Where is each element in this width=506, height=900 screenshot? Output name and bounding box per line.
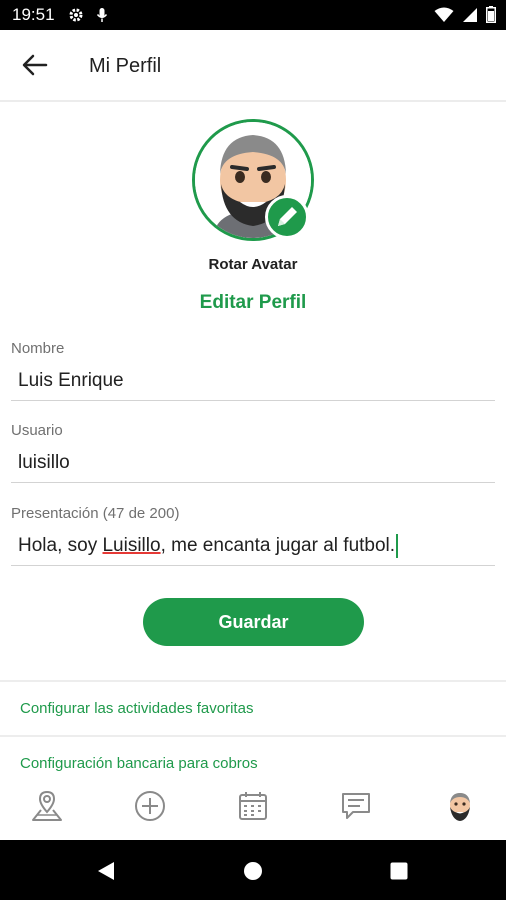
save-button[interactable]: Guardar <box>143 598 364 646</box>
bottom-navigation <box>0 780 506 840</box>
name-input[interactable] <box>11 361 495 401</box>
bio-input[interactable]: Hola, soy Luisillo, me encanta jugar al … <box>11 526 495 566</box>
bio-label: Presentación (47 de 200) <box>11 505 180 522</box>
bio-text-start: Hola, soy <box>18 535 103 556</box>
map-location-icon[interactable] <box>29 788 65 824</box>
pencil-icon <box>278 207 297 226</box>
username-input[interactable] <box>11 443 495 483</box>
recents-square-icon[interactable] <box>389 861 409 881</box>
bio-misspelled-word: Luisillo <box>102 535 161 556</box>
text-cursor <box>396 533 399 558</box>
edit-avatar-button[interactable] <box>265 195 309 239</box>
edit-profile-title: Editar Perfil <box>199 292 307 313</box>
wifi-icon <box>434 7 454 22</box>
add-circle-icon[interactable] <box>132 788 168 824</box>
status-time: 19:51 <box>12 5 55 24</box>
rotate-avatar-button[interactable]: Rotar Avatar <box>0 256 506 273</box>
battery-icon <box>486 6 496 23</box>
microphone-icon <box>96 8 108 22</box>
bio-text-end: , me encanta jugar al futbol. <box>160 535 396 556</box>
status-bar: 19:51 <box>0 0 506 30</box>
back-triangle-icon[interactable] <box>96 860 116 882</box>
calendar-icon[interactable] <box>235 788 271 824</box>
system-navigation-bar <box>0 840 506 900</box>
back-arrow-icon[interactable] <box>20 52 50 78</box>
signal-icon <box>463 7 477 22</box>
page-title: Mi Perfil <box>89 55 162 77</box>
settings-icon <box>69 8 83 22</box>
name-label: Nombre <box>11 340 65 357</box>
app-bar: Mi Perfil <box>0 30 506 102</box>
chat-icon[interactable] <box>338 788 374 824</box>
favorite-activities-link[interactable]: Configurar las actividades favoritas <box>20 700 253 717</box>
divider <box>0 735 506 737</box>
bank-settings-link[interactable]: Configuración bancaria para cobros <box>20 755 258 772</box>
username-label: Usuario <box>11 422 63 439</box>
home-circle-icon[interactable] <box>243 861 263 881</box>
profile-avatar-icon[interactable] <box>442 788 478 824</box>
divider <box>0 680 506 682</box>
